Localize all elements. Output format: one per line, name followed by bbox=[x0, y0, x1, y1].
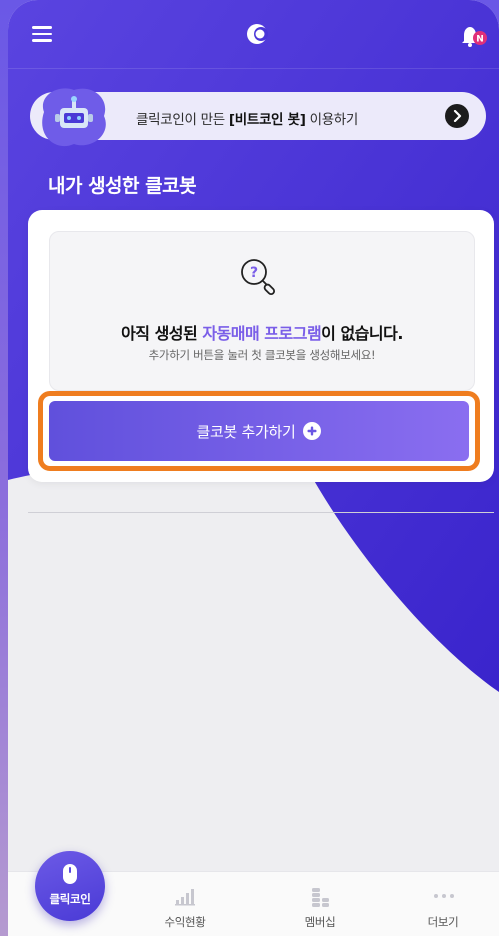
divider bbox=[28, 512, 494, 513]
more-dots-icon bbox=[434, 894, 454, 898]
empty-state-title: 아직 생성된 자동매매 프로그램이 없습니다. bbox=[121, 324, 403, 343]
chevron-right-icon[interactable] bbox=[445, 104, 469, 128]
svg-text:?: ? bbox=[250, 265, 258, 281]
section-title: 내가 생성한 클코봇 bbox=[48, 175, 197, 197]
moon-logo-icon[interactable] bbox=[245, 22, 269, 46]
nav-item-profit[interactable]: 수익현황 bbox=[130, 872, 240, 936]
bar-chart-icon bbox=[175, 889, 195, 906]
nav-label: 수익현황 bbox=[164, 915, 206, 929]
coins-icon bbox=[312, 888, 329, 907]
nav-label: 클릭코인 bbox=[49, 892, 91, 906]
app-screen: N 클릭코인이 만든 [비트코인 봇] 이용하기 내가 생성한 클코봇 ? 아직… bbox=[8, 0, 499, 936]
empty-state-subtitle: 추가하기 버튼을 눌러 첫 클코봇을 생성해보세요! bbox=[148, 348, 376, 362]
robot-icon bbox=[42, 88, 106, 147]
nav-item-membership[interactable]: 멤버십 bbox=[265, 872, 375, 936]
app-header: N bbox=[8, 0, 499, 69]
nav-label: 더보기 bbox=[427, 915, 459, 929]
nav-label: 멤버십 bbox=[304, 915, 336, 929]
mouse-icon bbox=[63, 864, 77, 884]
hamburger-icon[interactable] bbox=[32, 26, 52, 42]
nav-item-more[interactable]: 더보기 bbox=[388, 872, 498, 936]
highlight-frame bbox=[38, 391, 480, 471]
search-question-icon: ? bbox=[241, 259, 276, 296]
nav-item-clickcoin[interactable]: 클릭코인 bbox=[35, 851, 105, 921]
banner-text: 클릭코인이 만든 [비트코인 봇] 이용하기 bbox=[136, 112, 359, 128]
notification-badge: N bbox=[476, 35, 484, 45]
bell-icon[interactable]: N bbox=[460, 24, 488, 48]
